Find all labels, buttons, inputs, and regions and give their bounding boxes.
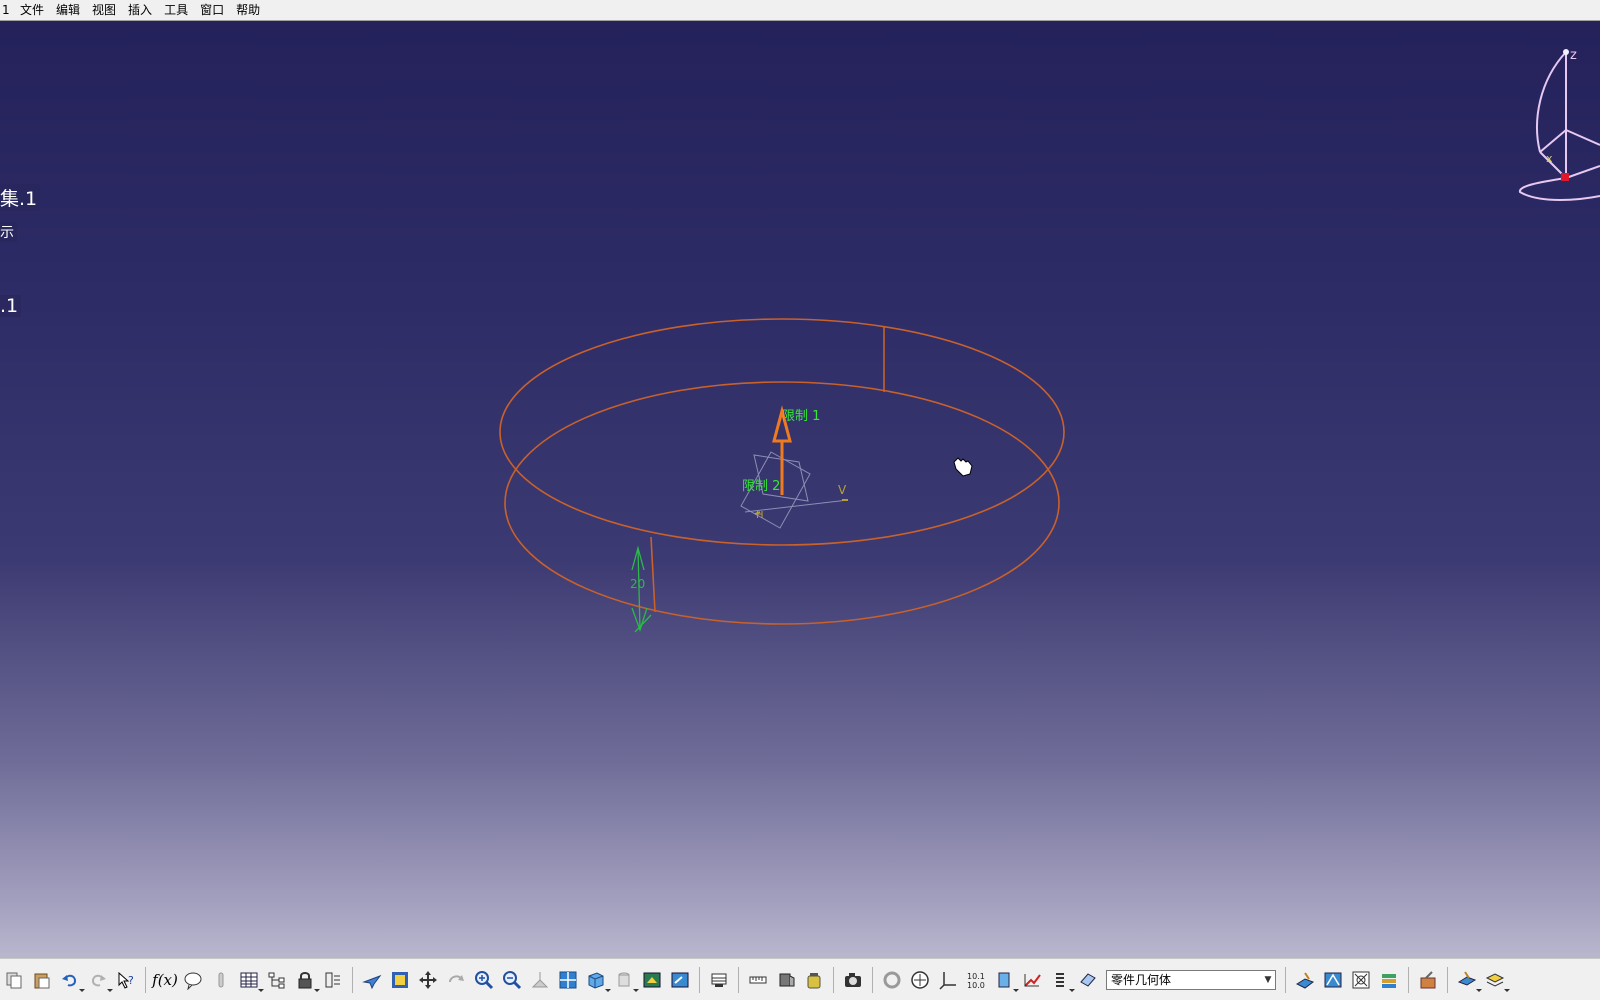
tree-node-fragment-1[interactable]: 集.1 bbox=[0, 184, 41, 211]
list-icon[interactable] bbox=[1048, 968, 1075, 992]
axis-v-label: V bbox=[838, 483, 847, 497]
undo-icon[interactable] bbox=[58, 968, 85, 992]
part-body-selector-value: 零件几何体 bbox=[1111, 973, 1172, 987]
plane-icon[interactable] bbox=[992, 968, 1019, 992]
pan-icon[interactable] bbox=[416, 968, 440, 992]
svg-text:?: ? bbox=[128, 974, 134, 987]
measure-icon[interactable] bbox=[746, 968, 770, 992]
copy-icon[interactable] bbox=[2, 968, 26, 992]
knowledge-icon[interactable] bbox=[181, 968, 205, 992]
part-body-selector[interactable]: 零件几何体 ▼ bbox=[1106, 969, 1276, 990]
tree-node-fragment-2[interactable]: 示 bbox=[0, 222, 17, 242]
axis-system-icon[interactable] bbox=[936, 968, 960, 992]
hide-show-icon[interactable] bbox=[640, 968, 664, 992]
capture-icon[interactable] bbox=[841, 968, 865, 992]
menu-view[interactable]: 视图 bbox=[86, 0, 122, 20]
menu-file[interactable]: 文件 bbox=[14, 0, 50, 20]
light-icon[interactable] bbox=[209, 968, 233, 992]
compass-x-label: x bbox=[1546, 152, 1553, 165]
menu-bar: 1 文件 编辑 视图 插入 工具 窗口 帮助 bbox=[0, 0, 1600, 21]
sketch-plane-icon[interactable] bbox=[1293, 968, 1317, 992]
chevron-down-icon[interactable]: ▼ bbox=[1261, 971, 1275, 989]
svg-text:10.1: 10.1 bbox=[967, 972, 985, 981]
toolbar-separator bbox=[833, 966, 834, 993]
hand-cursor-icon bbox=[953, 457, 973, 477]
iso-view-icon[interactable] bbox=[584, 968, 611, 992]
window-edge-text: 1 bbox=[2, 3, 10, 17]
swap-space-icon[interactable] bbox=[668, 968, 692, 992]
bottom-toolbar: ? f(x) 10.1 10.0 零件几何体 ▼ bbox=[0, 958, 1600, 1000]
manipulate-icon[interactable] bbox=[908, 968, 932, 992]
stack-icon[interactable] bbox=[1377, 968, 1401, 992]
whats-this-icon[interactable]: ? bbox=[114, 968, 138, 992]
paste-icon[interactable] bbox=[30, 968, 54, 992]
multi-view-icon[interactable] bbox=[556, 968, 580, 992]
limit-1-label[interactable]: 限制 1 bbox=[782, 409, 820, 424]
toolbar-separator bbox=[699, 966, 700, 993]
zoom-in-icon[interactable] bbox=[472, 968, 496, 992]
zoom-out-icon[interactable] bbox=[500, 968, 524, 992]
tree-icon[interactable] bbox=[265, 968, 289, 992]
toolbar-separator bbox=[872, 966, 873, 993]
constraint-icon[interactable] bbox=[1349, 968, 1373, 992]
dimension-value[interactable]: 20 bbox=[630, 577, 645, 591]
limit-2-label[interactable]: 限制 2 bbox=[742, 479, 780, 494]
table-icon[interactable] bbox=[237, 968, 264, 992]
weight-icon[interactable] bbox=[802, 968, 826, 992]
menu-edit[interactable]: 编辑 bbox=[50, 0, 86, 20]
axis-h-label: H bbox=[756, 510, 764, 521]
toolbar-separator bbox=[352, 966, 353, 993]
workbench-icon[interactable] bbox=[1455, 968, 1482, 992]
model-canvas[interactable]: 限制 1 限制 2 20 V H z x bbox=[0, 20, 1600, 958]
compass-origin-handle[interactable] bbox=[1561, 173, 1569, 181]
body-icon[interactable] bbox=[1076, 968, 1100, 992]
toolbar-separator bbox=[1408, 966, 1409, 993]
menu-insert[interactable]: 插入 bbox=[122, 0, 158, 20]
normal-view-icon[interactable] bbox=[528, 968, 552, 992]
lock-icon[interactable] bbox=[293, 968, 320, 992]
inertia-icon[interactable] bbox=[774, 968, 798, 992]
fit-all-icon[interactable] bbox=[388, 968, 412, 992]
compass-icon[interactable] bbox=[1519, 51, 1600, 201]
grid-icon[interactable] bbox=[707, 968, 731, 992]
compass-z-handle[interactable] bbox=[1563, 49, 1569, 55]
toolbar-separator bbox=[738, 966, 739, 993]
tools-icon[interactable] bbox=[1416, 968, 1440, 992]
decimal-icon[interactable]: 10.1 10.0 bbox=[964, 968, 988, 992]
compass-z-label: z bbox=[1570, 48, 1577, 63]
shading-icon[interactable] bbox=[612, 968, 639, 992]
toolbar-separator bbox=[1285, 966, 1286, 993]
seam-line-front bbox=[650, 536, 656, 613]
trace-icon[interactable] bbox=[1020, 968, 1044, 992]
fly-icon[interactable] bbox=[360, 968, 384, 992]
sketch-tools-icon[interactable] bbox=[1321, 968, 1345, 992]
3d-viewport[interactable]: 限制 1 限制 2 20 V H z x bbox=[0, 20, 1600, 958]
toolbar-separator bbox=[1447, 966, 1448, 993]
tree-node-fragment-3[interactable]: .1 bbox=[0, 295, 22, 317]
layer-icon[interactable] bbox=[1483, 968, 1510, 992]
menu-tools[interactable]: 工具 bbox=[158, 0, 194, 20]
rotate-icon[interactable] bbox=[444, 968, 468, 992]
svg-text:10.0: 10.0 bbox=[967, 981, 985, 990]
menu-help[interactable]: 帮助 bbox=[230, 0, 266, 20]
update-icon[interactable] bbox=[880, 968, 904, 992]
menu-window[interactable]: 窗口 bbox=[194, 0, 230, 20]
catalog-icon[interactable] bbox=[321, 968, 345, 992]
toolbar-separator bbox=[145, 966, 146, 993]
top-edge-ellipse[interactable] bbox=[499, 318, 1065, 546]
formula-icon[interactable]: f(x) bbox=[152, 968, 178, 992]
redo-icon[interactable] bbox=[86, 968, 113, 992]
